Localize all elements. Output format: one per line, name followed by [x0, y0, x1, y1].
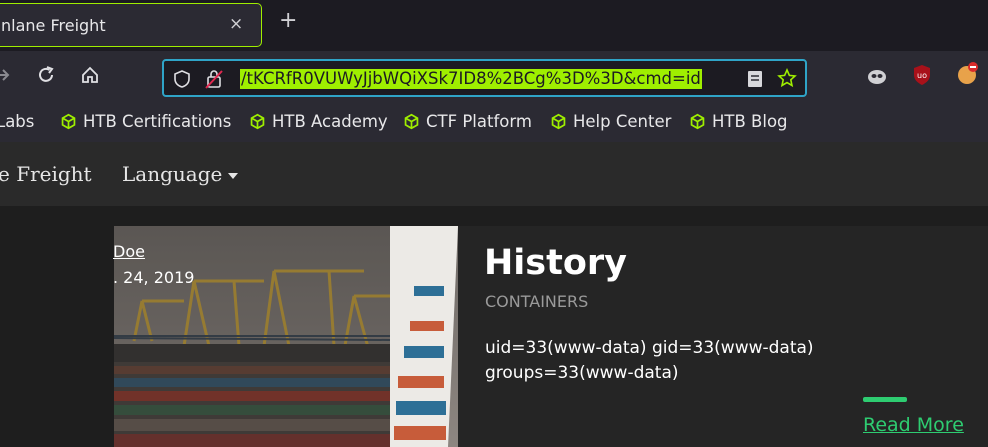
- tab-strip: nlane Freight × +: [0, 0, 988, 51]
- reader-view-icon[interactable]: [746, 69, 764, 93]
- language-dropdown[interactable]: Language: [122, 162, 239, 186]
- browser-tab[interactable]: nlane Freight ×: [0, 3, 262, 47]
- bookmark-htb-academy[interactable]: HTB Academy: [249, 112, 388, 131]
- htb-cube-icon: [404, 113, 419, 130]
- forward-icon[interactable]: [0, 65, 10, 89]
- bookmark-htb-certifications[interactable]: HTB Certifications: [60, 112, 231, 131]
- extension-avatar-icon[interactable]: [955, 60, 981, 90]
- post-author-link[interactable]: Doe: [113, 242, 145, 261]
- nav-bar: /tKCRfR0VUWyJjbWQiXSk7ID8%2BCg%3D%3D&cmd…: [0, 51, 988, 106]
- home-icon[interactable]: [80, 65, 100, 89]
- extension-icon[interactable]: [866, 66, 888, 90]
- bookmark-label: CTF Platform: [426, 112, 532, 131]
- site-brand[interactable]: e Freight: [0, 162, 92, 186]
- htb-cube-icon: [690, 113, 705, 130]
- post-title: History: [484, 243, 627, 283]
- language-label: Language: [122, 162, 223, 186]
- url-text: /tKCRfR0VUWyJjbWQiXSk7ID8%2BCg%3D%3D&cmd…: [240, 69, 702, 89]
- caret-down-icon: [228, 172, 239, 179]
- bookmark-label: Labs: [0, 112, 35, 131]
- bookmark-ctf-platform[interactable]: CTF Platform: [403, 112, 532, 131]
- main-content: Doe . 24, 2019 History CONTAINERS uid=33…: [0, 206, 988, 447]
- bookmark-htb-blog[interactable]: HTB Blog: [689, 112, 788, 131]
- close-tab-icon[interactable]: ×: [229, 14, 243, 34]
- bookmark-label: HTB Blog: [712, 112, 788, 131]
- svg-text:uo: uo: [917, 71, 927, 80]
- post-image: [114, 226, 458, 447]
- shield-icon[interactable]: [173, 69, 191, 93]
- post-body: uid=33(www-data) gid=33(www-data) groups…: [485, 338, 814, 383]
- insecure-lock-icon[interactable]: [204, 68, 224, 94]
- reload-icon[interactable]: [36, 65, 56, 89]
- new-tab-button[interactable]: +: [279, 10, 297, 32]
- url-bar[interactable]: /tKCRfR0VUWyJjbWQiXSk7ID8%2BCg%3D%3D&cmd…: [162, 59, 807, 97]
- bookmarks-bar: Labs HTB Certifications HTB Academy CTF …: [0, 106, 988, 142]
- post-category: CONTAINERS: [485, 292, 589, 311]
- bookmark-label: HTB Certifications: [83, 112, 232, 131]
- bookmark-label: HTB Academy: [272, 112, 388, 131]
- bookmark-labs[interactable]: Labs: [0, 112, 34, 131]
- htb-cube-icon: [61, 113, 76, 130]
- post-date: . 24, 2019: [113, 268, 195, 287]
- read-more-accent-bar: [863, 397, 907, 402]
- bookmark-help-center[interactable]: Help Center: [550, 112, 671, 131]
- site-navbar: e Freight Language: [0, 142, 988, 206]
- htb-cube-icon: [250, 113, 265, 130]
- read-more-link[interactable]: Read More: [863, 414, 964, 436]
- bookmark-label: Help Center: [573, 112, 672, 131]
- bookmark-star-icon[interactable]: [777, 68, 797, 92]
- ublock-origin-icon[interactable]: uo: [912, 64, 932, 90]
- tab-title: nlane Freight: [1, 16, 106, 35]
- htb-cube-icon: [551, 113, 566, 130]
